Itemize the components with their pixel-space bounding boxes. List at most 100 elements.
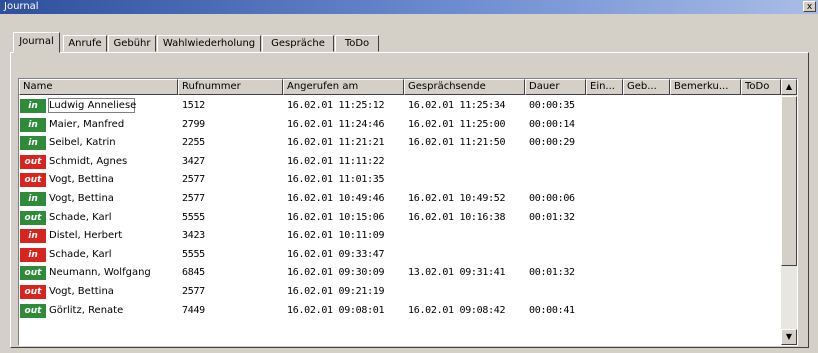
- column-header-name[interactable]: Name: [19, 79, 178, 95]
- column-header-gespraechsende[interactable]: Gesprächsende: [404, 79, 525, 95]
- cell-angerufen-am: 16.02.01 09:21:19: [287, 286, 385, 297]
- caller-name: Distel, Herbert: [49, 230, 123, 242]
- window-titlebar[interactable]: Journal x: [0, 0, 818, 14]
- cell-name: in Vogt, Bettina: [19, 190, 177, 208]
- cell-angerufen-am: 16.02.01 11:11:22: [287, 155, 385, 167]
- caller-name: Seibel, Katrin: [49, 137, 116, 149]
- caller-name: Vogt, Bettina: [49, 174, 114, 186]
- caller-name: Maier, Manfred: [49, 118, 125, 130]
- cell-dauer: 00:00:06: [529, 193, 575, 204]
- caller-name: Ludwig Anneliese: [49, 100, 137, 111]
- cell-name: out Neumann, Wolfgang: [19, 264, 177, 282]
- cell-rufnummer: 2799: [182, 118, 205, 130]
- column-header-ein[interactable]: Ein...: [586, 79, 623, 95]
- cell-gespraechsende: [408, 227, 526, 245]
- cell-gespraechsende: 16.02.01 11:21:50: [408, 137, 506, 149]
- cell-gespraechsende: [408, 153, 526, 171]
- cell-gespraechsende: 16.02.01 10:16:38: [408, 211, 506, 223]
- cell-dauer: 00:00:35: [529, 100, 575, 111]
- cell-angerufen-am: 16.02.01 11:25:12: [287, 100, 385, 111]
- table-row[interactable]: in Distel, Herbert 3423 16.02.01 10:11:09: [19, 227, 779, 245]
- caller-name: Schade, Karl: [49, 211, 112, 223]
- cell-angerufen-am: 16.02.01 09:08:01: [287, 304, 385, 316]
- column-header-bemerkung[interactable]: Bemerku...: [670, 79, 741, 95]
- column-header-geb[interactable]: Geb...: [623, 79, 670, 95]
- scroll-up-arrow-icon[interactable]: ▲: [781, 79, 797, 95]
- outgoing-call-icon: out: [20, 266, 46, 281]
- tab-wahlwiederholung[interactable]: Wahlwiederholung: [157, 35, 261, 52]
- table-row[interactable]: out Neumann, Wolfgang 6845 16.02.01 09:30:0…: [19, 264, 779, 282]
- cell-name: out Görlitz, Renate: [19, 302, 177, 320]
- cell-rufnummer: 6845: [182, 267, 205, 279]
- cell-gespraechsende: [408, 246, 526, 264]
- close-button[interactable]: x: [803, 1, 816, 12]
- cell-name: out Schmidt, Agnes: [19, 153, 177, 171]
- cell-gespraechsende: [408, 283, 526, 301]
- journal-list[interactable]: Name Rufnummer Angerufen am Gesprächsend…: [18, 78, 798, 346]
- column-header-angerufen-am[interactable]: Angerufen am: [283, 79, 404, 95]
- cell-dauer: 00:00:14: [529, 118, 575, 130]
- cell-dauer: 00:01:32: [529, 267, 575, 279]
- table-row[interactable]: out Görlitz, Renate 7449 16.02.01 09:08:01 1…: [19, 302, 779, 320]
- table-row[interactable]: out Schade, Karl 5555 16.02.01 10:15:06 16.0…: [19, 209, 779, 227]
- cell-angerufen-am: 16.02.01 09:33:47: [287, 248, 385, 260]
- column-header-rufnummer[interactable]: Rufnummer: [178, 79, 283, 95]
- cell-gespraechsende: 16.02.01 09:08:42: [408, 304, 506, 316]
- cell-dauer: 00:00:41: [529, 304, 575, 316]
- cell-name: out Vogt, Bettina: [19, 283, 177, 301]
- table-row[interactable]: in Maier, Manfred 2799 16.02.01 11:24:46 16.…: [19, 116, 779, 134]
- outgoing-call-icon: out: [20, 154, 46, 169]
- cell-rufnummer: 2577: [182, 193, 205, 204]
- table-row[interactable]: out Schmidt, Agnes 3427 16.02.01 11:11:22: [19, 153, 779, 171]
- cell-rufnummer: 2577: [182, 174, 205, 186]
- cell-angerufen-am: 16.02.01 10:11:09: [287, 230, 385, 242]
- table-row[interactable]: out Vogt, Bettina 2577 16.02.01 11:01:35: [19, 171, 779, 189]
- cell-name: in Schade, Karl: [19, 246, 177, 264]
- cell-angerufen-am: 16.02.01 11:21:21: [287, 137, 385, 149]
- vertical-scrollbar[interactable]: ▲ ▼: [781, 79, 797, 345]
- table-row[interactable]: in Schade, Karl 5555 16.02.01 09:33:47: [19, 246, 779, 264]
- cell-rufnummer: 2255: [182, 137, 205, 149]
- tab-anrufe[interactable]: Anrufe: [63, 35, 107, 52]
- incoming-call-icon: in: [20, 117, 46, 132]
- outgoing-call-icon: out: [20, 173, 46, 188]
- tab-journal[interactable]: Journal: [13, 32, 60, 53]
- cell-gespraechsende: 16.02.01 11:25:00: [408, 118, 506, 130]
- tab-gebuehr[interactable]: Gebühr: [108, 35, 156, 52]
- scroll-down-arrow-icon[interactable]: ▼: [781, 329, 797, 345]
- cell-angerufen-am: 16.02.01 10:49:46: [287, 193, 385, 204]
- cell-dauer: [529, 283, 647, 301]
- cell-name: out Schade, Karl: [19, 209, 177, 227]
- cell-dauer: [529, 246, 647, 264]
- outgoing-call-icon: out: [20, 210, 46, 225]
- column-header-todo[interactable]: ToDo: [741, 79, 781, 95]
- caller-name: Vogt, Bettina: [49, 193, 114, 204]
- tab-gespraeche[interactable]: Gespräche: [262, 35, 334, 52]
- cell-name: out Vogt, Bettina: [19, 171, 177, 189]
- tab-todo[interactable]: ToDo: [335, 35, 379, 52]
- incoming-call-icon: in: [20, 247, 46, 262]
- cell-angerufen-am: 16.02.01 10:15:06: [287, 211, 385, 223]
- column-header-dauer[interactable]: Dauer: [525, 79, 586, 95]
- caller-name: Vogt, Bettina: [49, 286, 114, 297]
- scrollbar-thumb[interactable]: [781, 96, 797, 266]
- cell-angerufen-am: 16.02.01 11:01:35: [287, 174, 385, 186]
- cell-dauer: [529, 153, 647, 171]
- cell-angerufen-am: 16.02.01 09:30:09: [287, 267, 385, 279]
- cell-rufnummer: 3427: [182, 155, 205, 167]
- incoming-call-icon: in: [20, 229, 46, 244]
- table-row[interactable]: in Vogt, Bettina 2577 16.02.01 10:49:46 16.0…: [19, 190, 779, 208]
- cell-gespraechsende: 16.02.01 10:49:52: [408, 193, 506, 204]
- caller-name: Schmidt, Agnes: [49, 155, 128, 167]
- cell-name: in Distel, Herbert: [19, 227, 177, 245]
- cell-name: in Ludwig Anneliese: [19, 97, 177, 115]
- cell-rufnummer: 5555: [182, 248, 205, 260]
- cell-rufnummer: 2577: [182, 286, 205, 297]
- table-row[interactable]: out Vogt, Bettina 2577 16.02.01 09:21:19: [19, 283, 779, 301]
- table-row[interactable]: in Seibel, Katrin 2255 16.02.01 11:21:21 16.…: [19, 134, 779, 152]
- cell-rufnummer: 1512: [182, 100, 205, 111]
- cell-name: in Maier, Manfred: [19, 116, 177, 134]
- caller-name: Schade, Karl: [49, 248, 112, 260]
- table-row[interactable]: in Ludwig Anneliese 1512 16.02.01 11:25:12 1…: [19, 97, 779, 115]
- cell-gespraechsende: [408, 171, 526, 189]
